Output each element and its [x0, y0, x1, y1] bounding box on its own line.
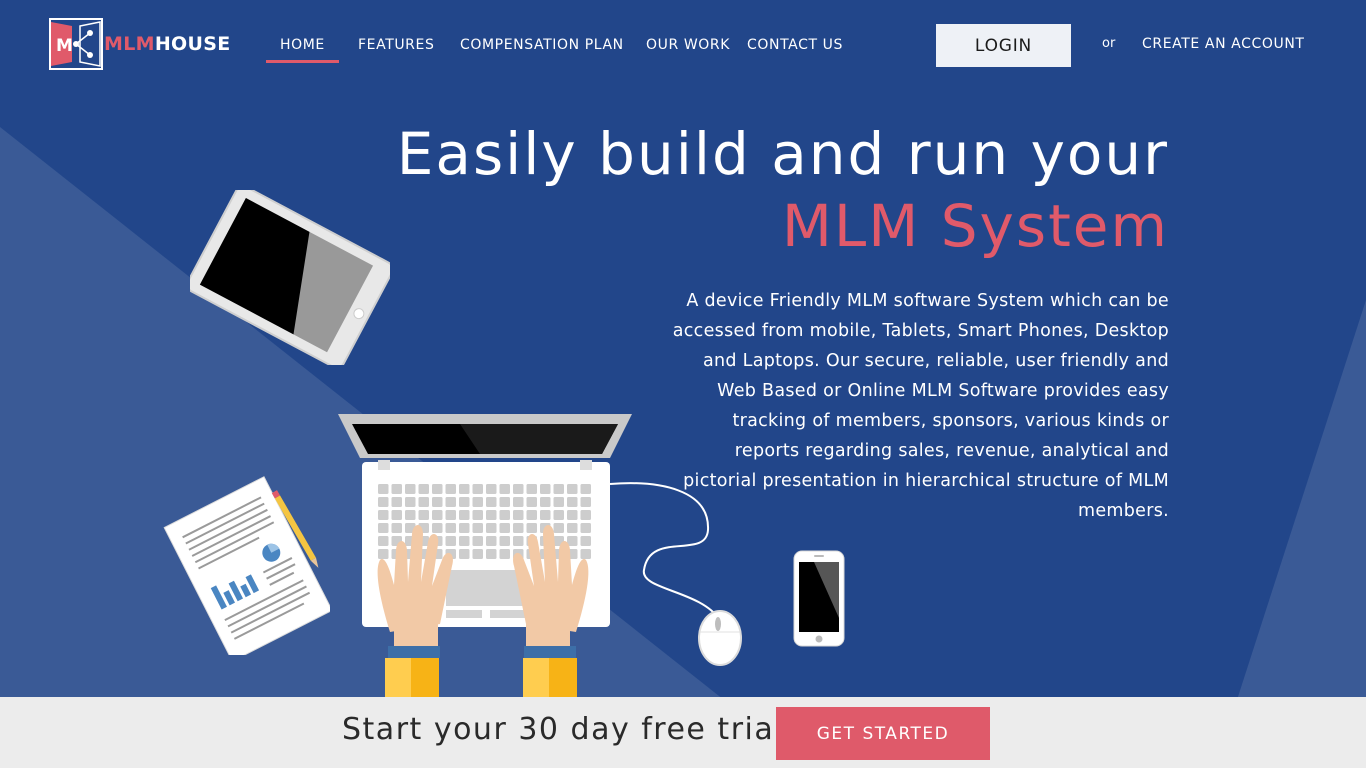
svg-text:M: M	[56, 36, 73, 56]
logo-mark-icon: M	[49, 18, 103, 70]
nav-item-features[interactable]: FEATURES	[358, 36, 434, 64]
hero-title: Easily build and run your MLM System	[397, 118, 1169, 262]
hero-title-line1: Easily build and run your	[396, 120, 1169, 188]
logo-text-rest: HOUSE	[154, 33, 231, 55]
laptop-illustration	[338, 414, 632, 697]
tablet-illustration	[190, 190, 390, 365]
nav-item-compensation-plan[interactable]: COMPENSATION PLAN	[460, 36, 624, 64]
cta-text: Start your 30 day free trial.	[342, 712, 796, 747]
nav-item-contact-us[interactable]: CONTACT US	[747, 36, 843, 64]
hero-title-line2: MLM System	[781, 192, 1169, 260]
nav-item-our-work[interactable]: OUR WORK	[646, 36, 730, 64]
document-illustration	[163, 476, 330, 655]
logo[interactable]: M MLMHOUSE	[48, 16, 230, 72]
mouse-illustration	[609, 482, 742, 666]
smartphone-illustration	[793, 550, 845, 647]
logo-text: MLMHOUSE	[104, 33, 230, 55]
create-account-link[interactable]: CREATE AN ACCOUNT	[1142, 36, 1305, 52]
login-button[interactable]: LOGIN	[936, 24, 1071, 67]
cta-bar: Start your 30 day free trial. GET STARTE…	[0, 697, 1366, 768]
logo-text-accent: MLM	[104, 33, 155, 55]
or-separator: or	[1102, 36, 1116, 51]
nav-item-home[interactable]: HOME	[266, 36, 339, 64]
get-started-button[interactable]: GET STARTED	[776, 707, 990, 760]
